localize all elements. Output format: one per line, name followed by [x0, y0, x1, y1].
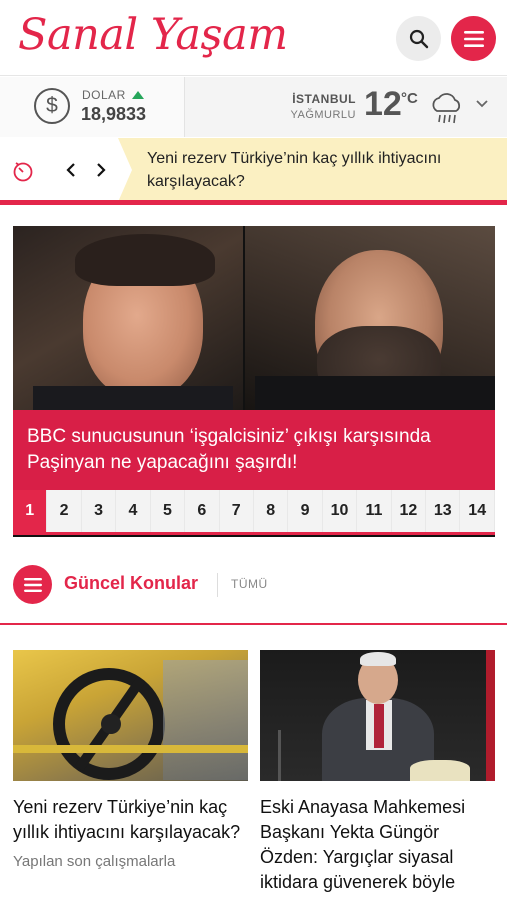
pager-item-5[interactable]: 5: [151, 490, 186, 532]
ticker-divider: [0, 200, 507, 205]
section-divider: [217, 573, 218, 597]
menu-button[interactable]: [451, 16, 496, 61]
slide-photo-left: [13, 226, 243, 410]
chevron-down-icon[interactable]: [476, 99, 488, 109]
pager-item-7[interactable]: 7: [220, 490, 254, 532]
site-header: Sanal Yaşam: [0, 0, 507, 76]
pager-item-10[interactable]: 10: [323, 490, 358, 532]
search-button[interactable]: [396, 16, 441, 61]
hamburger-icon: [463, 30, 484, 47]
currency-name: DOLAR: [82, 88, 126, 102]
pager-item-12[interactable]: 12: [392, 490, 427, 532]
news-card-summary: Yapılan son çalışmalarla: [13, 853, 176, 870]
breaking-news-ticker: Yeni rezerv Türkiye’nin kaç yıllık ihtiy…: [0, 138, 507, 202]
rain-cloud-icon: [432, 93, 461, 124]
news-card[interactable]: Yeni rezerv Türkiye’nin kaç yıllık ihtiy…: [13, 650, 248, 870]
pager-item-8[interactable]: 8: [254, 490, 289, 532]
slider-pagination: 1 2 3 4 5 6 7 8 9 10 11 12 13 14: [13, 490, 495, 532]
section-menu-button[interactable]: [13, 565, 52, 604]
pager-item-6[interactable]: 6: [185, 490, 220, 532]
pager-underline: [13, 532, 495, 535]
chevron-left-icon: [66, 163, 75, 177]
news-card-title: Eski Anayasa Mahkemesi Başkanı Yekta Gün…: [260, 797, 466, 892]
weather-temperature: 12: [364, 85, 402, 123]
page: Sanal Yaşam $ DOLAR 18,9833 İSTANBUL YAĞ…: [0, 0, 507, 900]
temperature-unit: °C: [401, 90, 418, 107]
info-bar: $ DOLAR 18,9833 İSTANBUL YAĞMURLU 12 °C: [0, 77, 507, 137]
ticker-next-button[interactable]: [90, 158, 112, 182]
currency-widget[interactable]: $ DOLAR 18,9833: [0, 77, 185, 137]
pager-item-14[interactable]: 14: [460, 490, 495, 532]
pager-item-1[interactable]: 1: [13, 490, 48, 532]
chevron-right-icon: [97, 163, 106, 177]
site-logo[interactable]: Sanal Yaşam: [18, 10, 288, 60]
weather-condition: YAĞMURLU: [290, 109, 356, 121]
slide-title: BBC sunucusunun ‘işgalcisiniz’ çıkışı ka…: [27, 426, 431, 473]
pager-item-4[interactable]: 4: [116, 490, 151, 532]
ticker-prev-button[interactable]: [60, 158, 82, 182]
slide-caption[interactable]: BBC sunucusunun ‘işgalcisiniz’ çıkışı ka…: [13, 410, 495, 490]
headline-slider: BBC sunucusunun ‘işgalcisiniz’ çıkışı ka…: [13, 226, 495, 537]
news-card[interactable]: Eski Anayasa Mahkemesi Başkanı Yekta Gün…: [260, 650, 495, 895]
pager-item-13[interactable]: 13: [426, 490, 461, 532]
trend-up-icon: [132, 91, 144, 99]
slide-photo-right: [245, 226, 495, 410]
news-card-image[interactable]: [260, 650, 495, 781]
section-all-link[interactable]: TÜMÜ: [231, 577, 268, 591]
clock-icon: [13, 162, 33, 182]
weather-city: İSTANBUL: [292, 92, 356, 106]
pager-item-11[interactable]: 11: [357, 490, 392, 532]
pager-item-2[interactable]: 2: [47, 490, 82, 532]
news-card-image[interactable]: [13, 650, 248, 781]
pager-item-9[interactable]: 9: [288, 490, 323, 532]
news-card-title: Yeni rezerv Türkiye’nin kaç yıllık ihtiy…: [13, 797, 241, 842]
hamburger-icon: [23, 577, 42, 592]
section-title[interactable]: Güncel Konular: [64, 573, 198, 594]
search-icon: [409, 29, 428, 48]
section-header: Güncel Konular TÜMÜ: [0, 555, 507, 625]
dollar-icon: $: [34, 88, 70, 124]
currency-value: 18,9833: [81, 104, 147, 124]
ticker-headline[interactable]: Yeni rezerv Türkiye’nin kaç yıllık ihtiy…: [147, 147, 487, 193]
slide-image[interactable]: [13, 226, 495, 410]
pager-item-3[interactable]: 3: [82, 490, 117, 532]
